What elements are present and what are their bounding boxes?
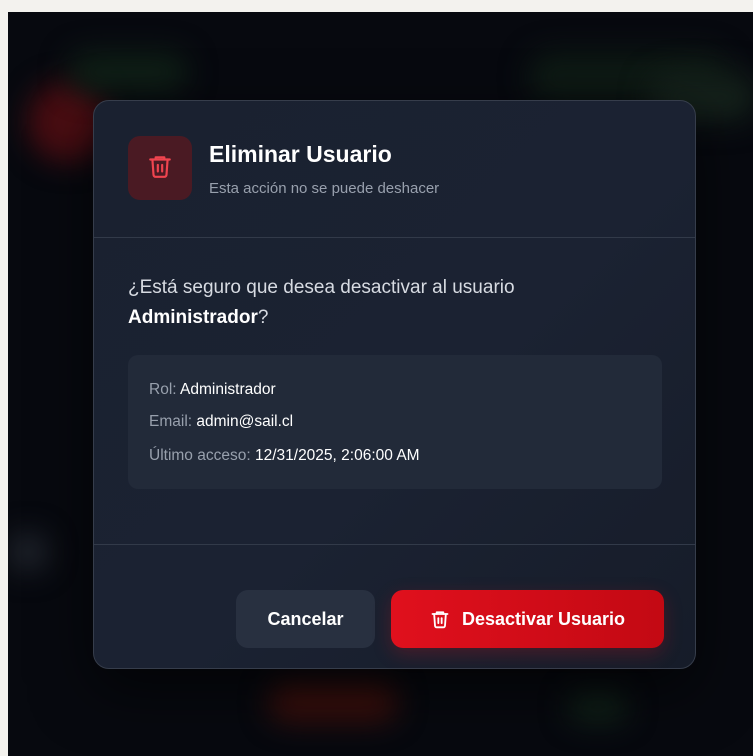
confirmation-question: ¿Está seguro que desea desactivar al usu…	[128, 273, 668, 333]
role-label: Rol:	[149, 381, 177, 398]
email-row: Email: admin@sail.cl	[149, 413, 293, 431]
trash-icon	[147, 153, 173, 184]
role-value: Administrador	[180, 381, 276, 398]
delete-user-dialog: Eliminar Usuario Esta acción no se puede…	[93, 100, 696, 669]
role-row: Rol: Administrador	[149, 381, 276, 399]
email-value: admin@sail.cl	[196, 413, 294, 430]
last-access-value: 12/31/2025, 2:06:00 AM	[254, 447, 420, 464]
dialog-subtitle: Esta acción no se puede deshacer	[209, 180, 440, 197]
deactivate-user-label: Desactivar Usuario	[461, 608, 626, 629]
question-mark: ?	[257, 307, 269, 328]
background-blur	[68, 52, 188, 92]
email-label: Email:	[149, 413, 193, 430]
footer-divider	[94, 544, 695, 545]
background-blur	[568, 692, 628, 722]
background-blur	[268, 682, 398, 722]
user-name: Administrador	[128, 307, 258, 328]
trash-icon	[430, 609, 450, 629]
trash-icon-badge	[128, 136, 192, 200]
dialog-title: Eliminar Usuario	[209, 141, 392, 167]
modal-overlay: Eliminar Usuario Esta acción no se puede…	[8, 12, 753, 756]
user-details-panel: Rol: Administrador Email: admin@sail.cl …	[128, 355, 662, 489]
background-blur	[8, 532, 48, 572]
dialog-header: Eliminar Usuario Esta acción no se puede…	[94, 101, 695, 238]
deactivate-user-button[interactable]: Desactivar Usuario	[391, 590, 664, 648]
cancel-button[interactable]: Cancelar	[236, 590, 375, 648]
question-text: ¿Está seguro que desea desactivar al usu…	[128, 277, 515, 298]
last-access-row: Último acceso: 12/31/2025, 2:06:00 AM	[149, 447, 420, 465]
last-access-label: Último acceso:	[149, 447, 251, 464]
